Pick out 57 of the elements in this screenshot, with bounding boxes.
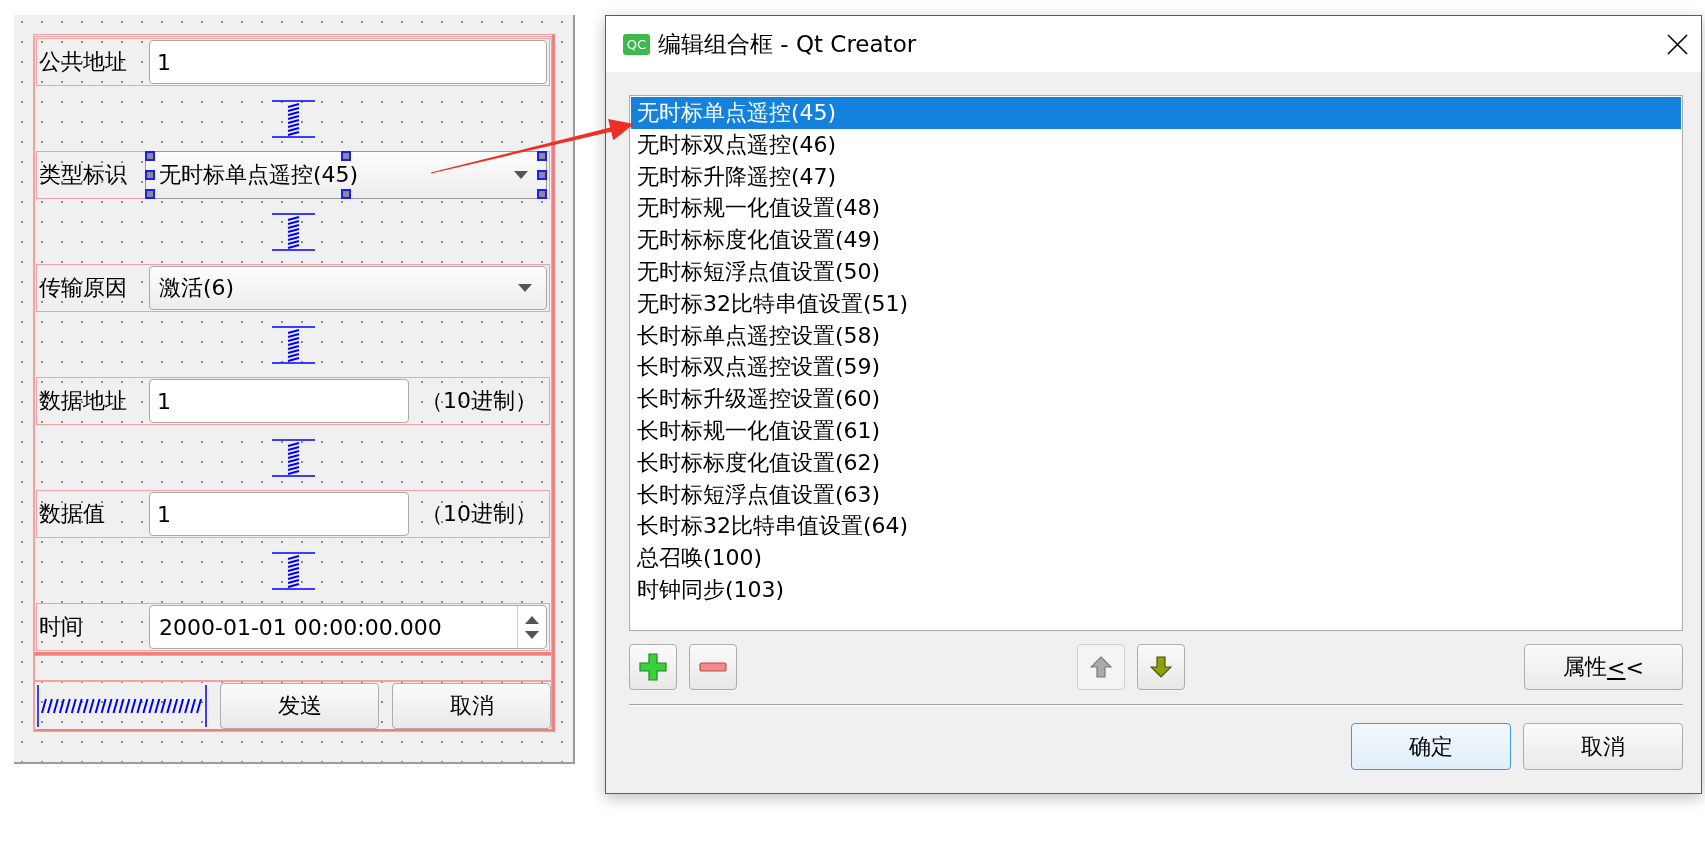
field-label: 时间 bbox=[38, 613, 84, 641]
text-field[interactable]: 1 bbox=[149, 492, 409, 536]
list-item[interactable]: 长时标升级遥控设置(60) bbox=[631, 383, 1681, 415]
list-item[interactable]: 无时标双点遥控(46) bbox=[631, 128, 1681, 161]
vertical-spacer-icon[interactable] bbox=[271, 325, 315, 364]
list-item[interactable]: 时钟同步(103) bbox=[631, 573, 1681, 606]
window-title: 编辑组合框 - Qt Creator bbox=[658, 29, 918, 59]
up-arrow-icon bbox=[1089, 656, 1112, 678]
list-item[interactable]: 长时标双点遥控设置(59) bbox=[631, 351, 1681, 384]
list-item[interactable]: 无时标规一化值设置(48) bbox=[631, 192, 1681, 225]
datetime-field[interactable]: 2000-01-01 00:00:00.000 bbox=[149, 605, 547, 649]
list-item[interactable]: 无时标升降遥控(47) bbox=[631, 160, 1681, 193]
vertical-spacer-icon[interactable] bbox=[271, 99, 315, 138]
dialog-button[interactable]: 确定 bbox=[1351, 723, 1511, 770]
list-item[interactable]: 总召唤(100) bbox=[631, 542, 1681, 574]
list-item[interactable]: 无时标32比特串值设置(51) bbox=[631, 287, 1681, 320]
resize-handle[interactable] bbox=[341, 151, 351, 161]
list-item[interactable]: 无时标单点遥控(45) bbox=[631, 97, 1681, 129]
vertical-spacer-icon[interactable] bbox=[271, 551, 315, 590]
unit-label: （10进制） bbox=[421, 500, 538, 528]
text-field[interactable]: 1 bbox=[149, 40, 547, 84]
properties-button[interactable]: 属性<< bbox=[1524, 644, 1683, 690]
field-label: 传输原因 bbox=[38, 274, 128, 302]
down-arrow-icon bbox=[1149, 656, 1172, 678]
field-label: 数据地址 bbox=[38, 387, 128, 415]
combo-box[interactable]: 无时标单点遥控(45) bbox=[145, 151, 547, 199]
list-item[interactable]: 长时标单点遥控设置(58) bbox=[631, 319, 1681, 352]
close-icon[interactable] bbox=[1667, 33, 1688, 55]
combo-box[interactable]: 激活(6) bbox=[149, 266, 547, 310]
minus-icon bbox=[699, 662, 727, 672]
vertical-spacer-icon[interactable] bbox=[271, 212, 315, 251]
list-item[interactable]: 长时标标度化值设置(62) bbox=[631, 446, 1681, 479]
list-item[interactable]: 长时标32比特串值设置(64) bbox=[631, 510, 1681, 543]
field-label: 数据值 bbox=[38, 500, 106, 528]
form-button[interactable]: 取消 bbox=[392, 682, 551, 729]
remove-button[interactable] bbox=[689, 644, 737, 690]
resize-handle[interactable] bbox=[341, 189, 351, 199]
spin-up-icon[interactable] bbox=[525, 615, 539, 624]
list-item[interactable]: 无时标短浮点值设置(50) bbox=[631, 256, 1681, 288]
dialog-button[interactable]: 取消 bbox=[1523, 723, 1683, 770]
field-label: 公共地址 bbox=[38, 48, 128, 76]
spin-down-icon[interactable] bbox=[525, 630, 539, 639]
list-item[interactable]: 长时标短浮点值设置(63) bbox=[631, 478, 1681, 511]
form-button[interactable]: 发送 bbox=[220, 682, 379, 729]
app-logo: QC bbox=[623, 33, 650, 55]
text-field[interactable]: 1 bbox=[149, 379, 409, 423]
list-item[interactable]: 无时标标度化值设置(49) bbox=[631, 224, 1681, 256]
move-down-button[interactable] bbox=[1136, 644, 1185, 690]
horizontal-spacer-icon[interactable] bbox=[37, 684, 207, 727]
unit-label: （10进制） bbox=[421, 387, 538, 415]
dropdown-arrow-icon[interactable] bbox=[518, 284, 532, 292]
dropdown-arrow-icon[interactable] bbox=[514, 171, 528, 179]
list-item[interactable]: 长时标规一化值设置(61) bbox=[631, 414, 1681, 447]
add-button[interactable] bbox=[629, 644, 677, 690]
field-label: 类型标识 bbox=[38, 161, 128, 189]
vertical-spacer-icon[interactable] bbox=[271, 438, 315, 477]
plus-icon bbox=[639, 653, 667, 681]
